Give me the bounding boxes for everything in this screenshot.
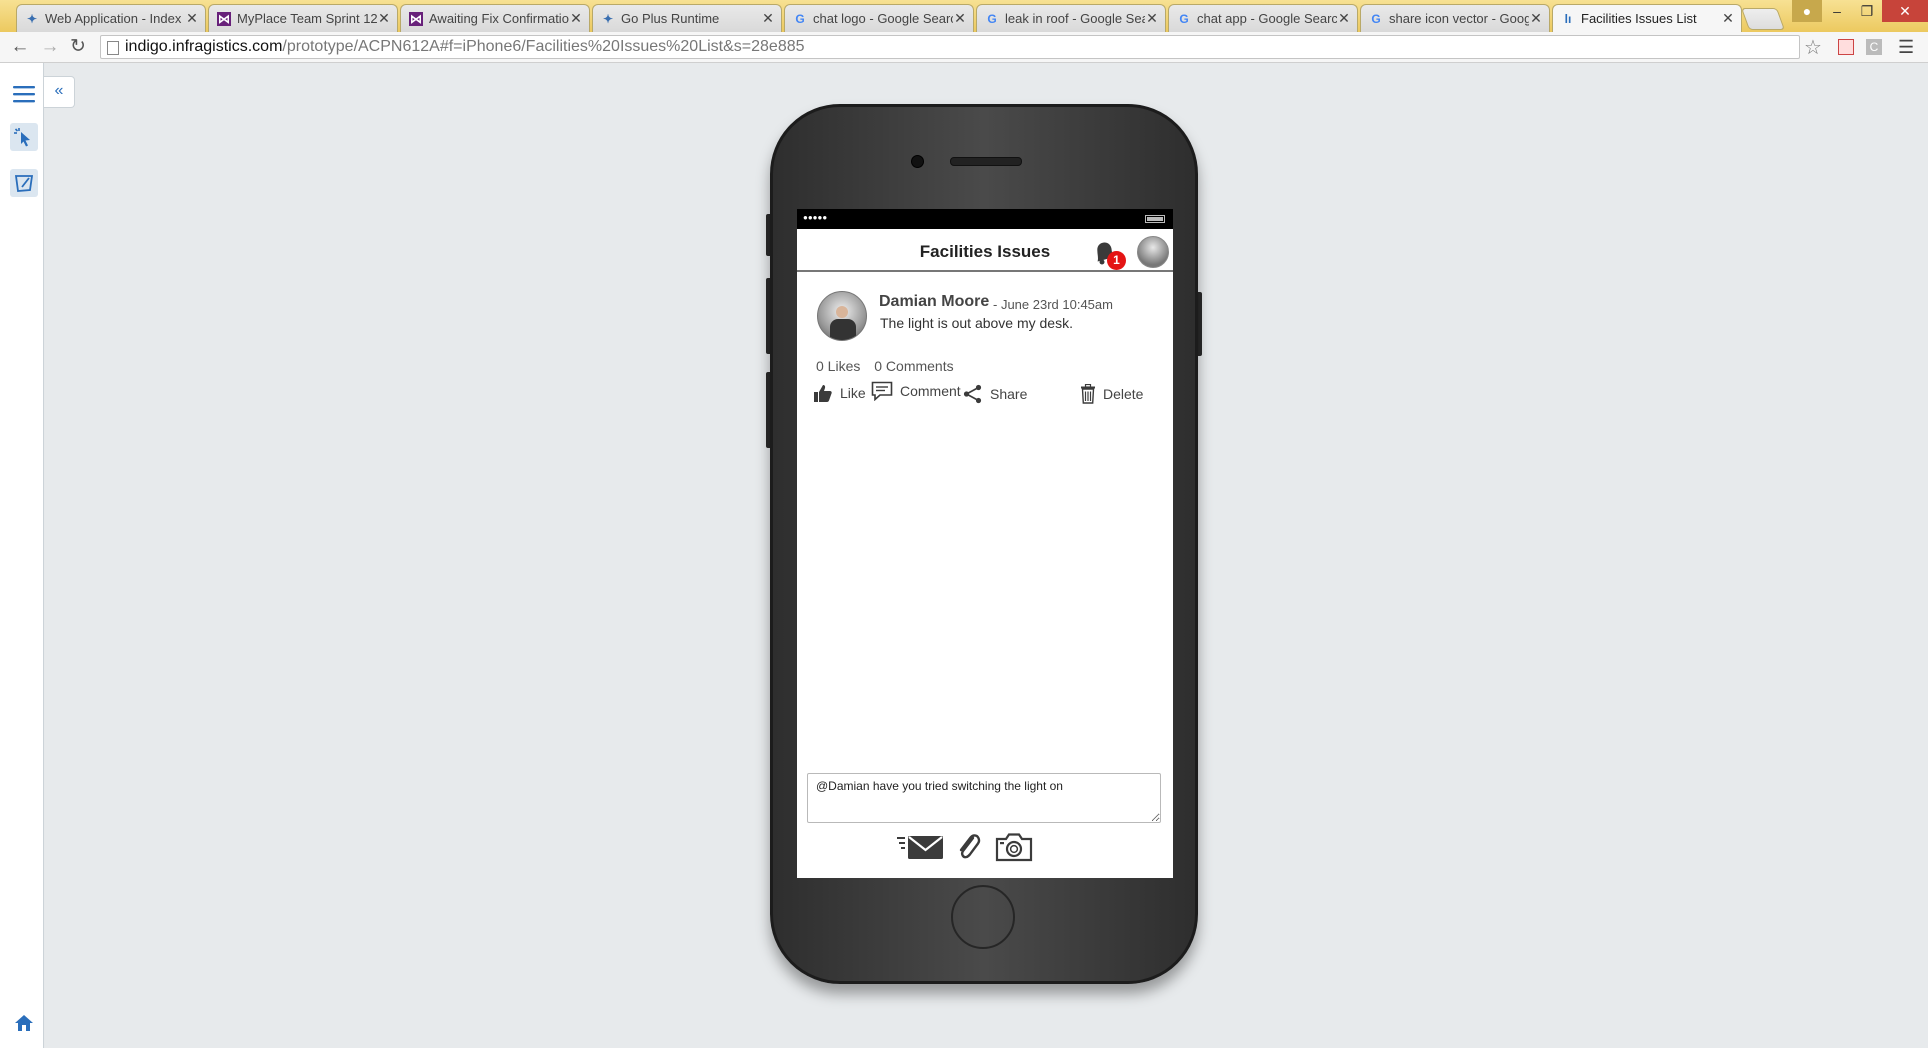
share-icon [963,384,982,404]
forward-icon[interactable]: → [38,36,62,58]
status-bar: ●●●●● [797,209,1173,229]
hamburger-menu-icon[interactable] [10,80,38,108]
camera-icon [995,833,1033,862]
attach-button[interactable] [955,831,983,863]
tab-label: Facilities Issues List [1581,11,1697,26]
home-icon[interactable] [10,1009,38,1037]
tab-strip: ✦ Web Application - Index ✕ ⋈ MyPlace Te… [0,0,1928,32]
restore-icon[interactable]: ❐ [1852,0,1882,22]
avatar[interactable] [1137,236,1169,268]
tab-awaiting-fix[interactable]: ⋈ Awaiting Fix Confirmation ✕ [400,4,590,32]
app-header: Facilities Issues 1 [797,229,1173,272]
post-message: The light is out above my desk. [880,315,1073,331]
browser-toolbar: ← → ↻ indigo.infragistics.com/prototype/… [0,32,1928,63]
like-label: Like [840,385,866,401]
vs-icon: ⋈ [217,11,231,26]
comments-count[interactable]: 0 Comments [874,358,953,374]
camera-button[interactable] [991,831,1037,863]
delete-label: Delete [1103,386,1144,402]
avatar-body [830,319,856,340]
indigo-icon: lı [1564,11,1572,26]
avatar-head [836,306,848,318]
close-tab-icon[interactable]: ✕ [761,10,775,27]
comment-icon [871,381,893,401]
extension-c-icon[interactable]: C [1866,39,1882,55]
notification-badge: 1 [1107,251,1126,270]
interact-cursor-icon[interactable] [10,123,38,151]
back-icon[interactable]: ← [8,36,32,58]
close-tab-icon[interactable]: ✕ [1721,10,1735,27]
trash-icon [1081,384,1095,404]
author-avatar[interactable] [817,291,867,341]
tab-facilities-issues[interactable]: lı Facilities Issues List ✕ [1552,4,1742,32]
google-icon: G [987,11,997,26]
left-rail [0,63,44,1048]
gear-icon: ✦ [26,11,38,26]
url-host: indigo.infragistics.com [125,38,283,55]
collapse-rail-button[interactable]: « [44,76,75,108]
tab-label: share icon vector - Googl [1389,11,1529,26]
phone-speaker [950,157,1022,166]
tab-label: MyPlace Team Sprint 12 - [237,11,377,26]
post-date: - June 23rd 10:45am [993,297,1113,312]
gear-icon: ✦ [602,11,614,26]
phone-screen: ●●●●● Facilities Issues 1 Damian Moore -… [797,209,1173,878]
tab-label: Go Plus Runtime [621,11,720,26]
minimize-icon[interactable]: – [1822,0,1852,22]
close-tab-icon[interactable]: ✕ [185,10,199,27]
post-counts: 0 Likes 0 Comments [816,358,964,374]
share-label: Share [990,386,1028,402]
chrome-menu-icon[interactable]: ☰ [1898,37,1914,58]
close-tab-icon[interactable]: ✕ [1145,10,1159,27]
delete-button[interactable]: Delete [1080,384,1143,404]
google-icon: G [1179,11,1189,26]
like-button[interactable]: Like [813,383,866,403]
tab-label: Awaiting Fix Confirmation [429,11,569,26]
tab-share-icon[interactable]: G share icon vector - Googl ✕ [1360,4,1550,32]
phone-camera [911,155,924,168]
send-mail-button[interactable] [897,831,945,863]
extension-icon[interactable] [1838,39,1854,55]
tab-label: Web Application - Index [45,11,182,26]
paperclip-icon [959,834,981,859]
tab-myplace-sprint[interactable]: ⋈ MyPlace Team Sprint 12 - ✕ [208,4,398,32]
post-author[interactable]: Damian Moore [879,293,989,311]
window-controls: ● – ❐ ✕ [1792,0,1928,22]
google-icon: G [1371,11,1381,26]
likes-count[interactable]: 0 Likes [816,358,860,374]
comment-button[interactable]: Comment [871,381,961,401]
signal-dots-icon: ●●●●● [803,213,828,222]
tab-go-plus-runtime[interactable]: ✦ Go Plus Runtime ✕ [592,4,782,32]
vs-icon: ⋈ [409,11,423,26]
reload-icon[interactable]: ↻ [66,36,90,58]
close-window-icon[interactable]: ✕ [1882,0,1928,22]
user-icon[interactable]: ● [1792,0,1822,22]
annotate-icon[interactable] [10,169,38,197]
page-icon [107,41,119,55]
tab-label: chat app - Google Search [1197,11,1337,26]
tab-label: chat logo - Google Search [813,11,953,26]
bookmark-star-icon[interactable]: ☆ [1804,35,1822,60]
battery-icon [1145,215,1165,223]
address-bar[interactable]: indigo.infragistics.com/prototype/ACPN61… [100,35,1800,59]
close-tab-icon[interactable]: ✕ [377,10,391,27]
tab-web-application[interactable]: ✦ Web Application - Index ✕ [16,4,206,32]
close-tab-icon[interactable]: ✕ [1529,10,1543,27]
tab-label: leak in roof - Google Sear [1005,11,1145,26]
close-tab-icon[interactable]: ✕ [953,10,967,27]
share-button[interactable]: Share [963,384,1027,404]
url-path: /prototype/ACPN612A#f=iPhone6/Facilities… [282,38,805,55]
tab-chat-app[interactable]: G chat app - Google Search ✕ [1168,4,1358,32]
new-tab-button[interactable] [1740,8,1786,30]
comment-input[interactable]: @Damian have you tried switching the lig… [807,773,1161,823]
comment-label: Comment [900,383,961,399]
send-mail-icon [897,836,943,859]
thumbs-up-icon [814,385,832,402]
phone-home-button[interactable] [951,885,1015,949]
google-icon: G [795,11,805,26]
tab-leak-in-roof[interactable]: G leak in roof - Google Sear ✕ [976,4,1166,32]
close-tab-icon[interactable]: ✕ [569,10,583,27]
close-tab-icon[interactable]: ✕ [1337,10,1351,27]
tab-chat-logo[interactable]: G chat logo - Google Search ✕ [784,4,974,32]
